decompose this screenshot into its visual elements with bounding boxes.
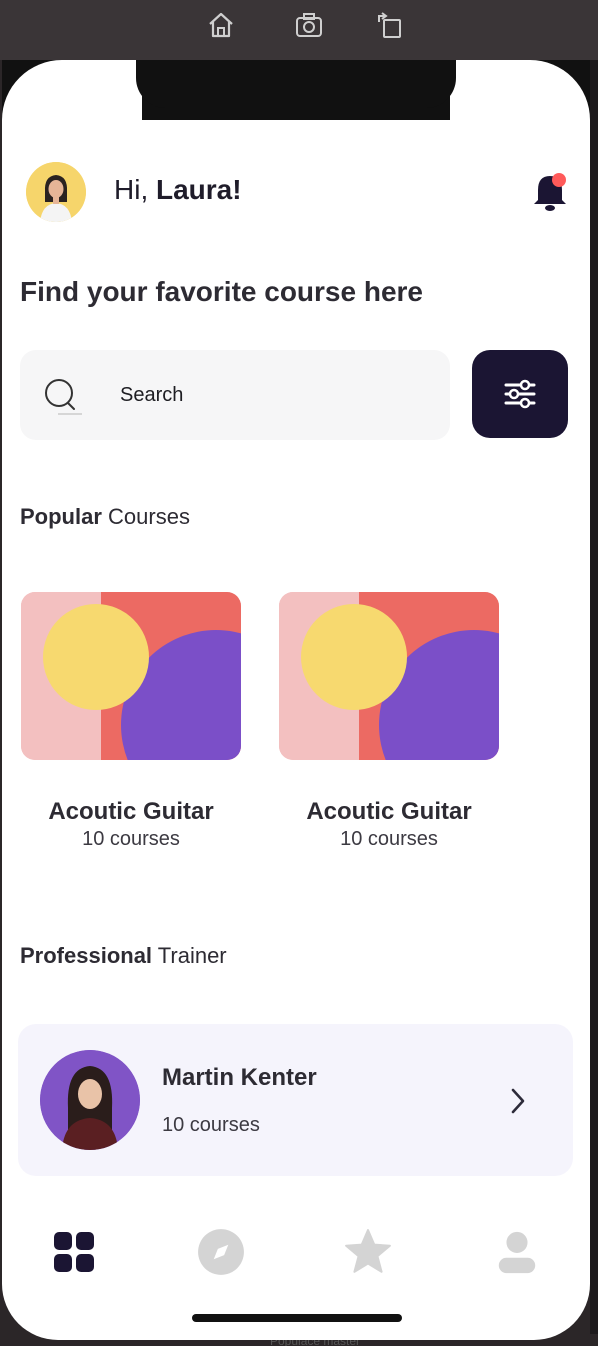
user-name: Laura! [156,174,242,205]
search-placeholder: Search [120,384,184,406]
professional-trainer-title: Professional Trainer [20,943,227,969]
search-input[interactable]: Search [20,350,450,440]
user-avatar[interactable] [26,162,86,222]
trainer-avatar [40,1050,140,1150]
compass-icon [198,1229,244,1275]
course-name[interactable]: Acoutic Guitar [21,798,241,826]
profile-icon [498,1231,536,1274]
popular-title-bold: Popular [20,504,102,529]
notch [136,60,456,108]
simulator-edge [590,60,598,1346]
nav-explore-tab[interactable] [191,1222,251,1282]
page-title: Find your favorite course here [20,276,423,307]
card-shape [43,604,149,710]
trainer-name: Martin Kenter [162,1064,317,1091]
trainer-title-bold: Professional [20,943,153,968]
rotate-icon[interactable] [372,8,406,42]
course-card-image[interactable] [279,592,499,760]
simulator-toolbar [0,0,598,60]
popular-courses-title: Popular Courses [20,504,190,530]
filter-button[interactable] [472,350,568,438]
home-indicator[interactable] [192,1314,402,1322]
card-shape [301,604,407,710]
star-icon [345,1229,391,1273]
course-count: 10 courses [340,828,438,850]
notification-bell-icon[interactable] [530,170,570,216]
phone-screen: Hi, Laura! Find your favorite course her… [2,60,590,1340]
trainer-card[interactable]: Martin Kenter 10 courses [18,1024,573,1176]
filter-icon [504,379,536,409]
popular-title-light: Courses [101,504,190,529]
nav-favorites-tab[interactable] [338,1222,398,1282]
screenshot-icon[interactable] [292,8,326,42]
greeting: Hi, Laura! [114,174,242,206]
course-card-image[interactable] [21,592,241,760]
trainer-title-light: Trainer [152,943,227,968]
grid-icon [54,1232,94,1272]
search-icon [42,376,84,418]
chevron-right-icon[interactable] [506,1086,530,1116]
greeting-prefix: Hi, [114,174,156,205]
home-icon[interactable] [204,8,238,42]
course-name[interactable]: Acoutic Guitar [279,798,499,826]
trainer-count: 10 courses [162,1114,260,1136]
course-count: 10 courses [82,828,180,850]
nav-profile-tab[interactable] [487,1222,547,1282]
nav-home-tab[interactable] [44,1222,104,1282]
